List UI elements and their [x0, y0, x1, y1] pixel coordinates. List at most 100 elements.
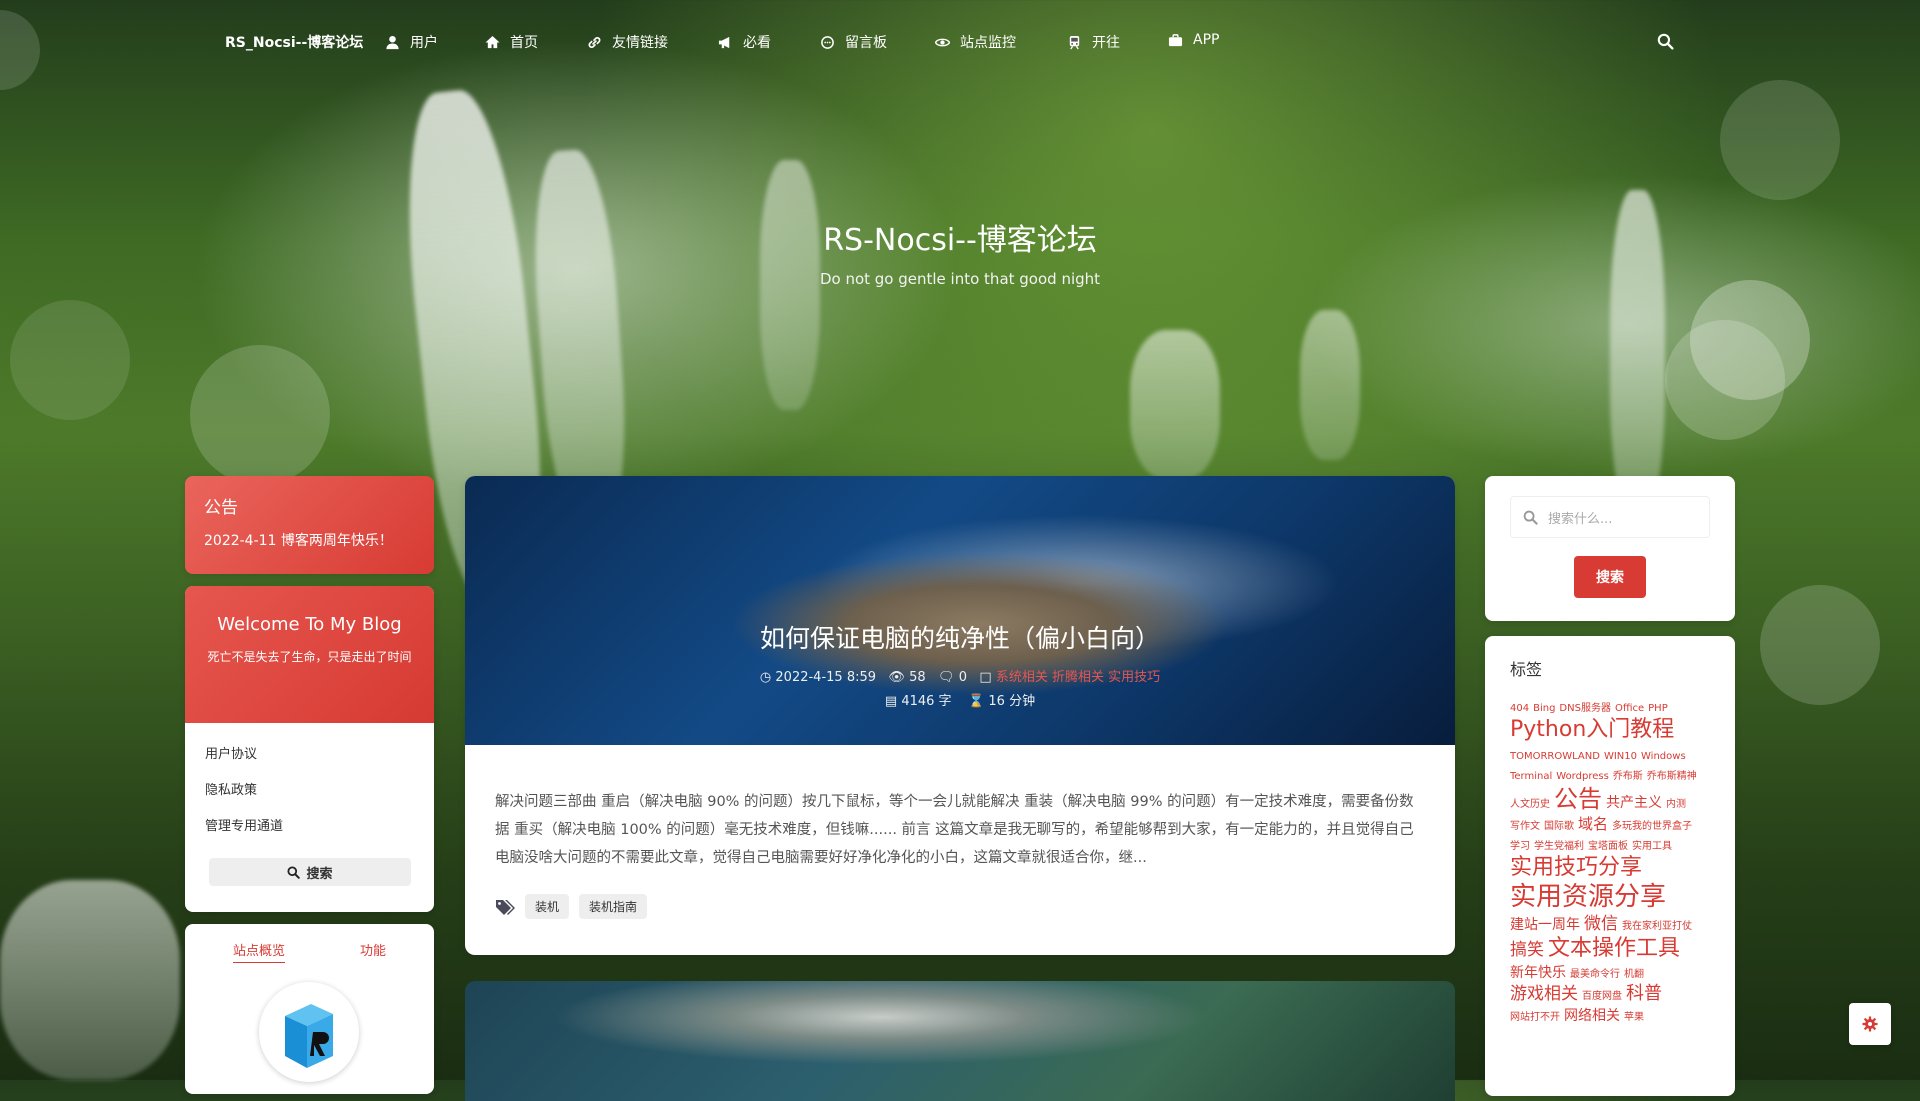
- sidebar-search-button[interactable]: 搜索: [1574, 556, 1646, 598]
- tag-cloud-item[interactable]: 学生党福利: [1534, 841, 1584, 854]
- tag-cloud-item[interactable]: 新年快乐: [1510, 965, 1566, 983]
- post-card: 如何保证电脑的纯净性（偏小白向） ◷ 2022-4-15 8:59 👁 58 🗨…: [465, 476, 1455, 955]
- tags-icon: [496, 899, 515, 915]
- tag-cloud-item[interactable]: 内测: [1666, 799, 1686, 812]
- nav-item-label: 开往: [1092, 35, 1120, 51]
- tag-cloud-item[interactable]: 实用工具: [1632, 841, 1672, 854]
- search-label: 搜索: [306, 866, 333, 882]
- tag-cloud-item[interactable]: 国际歌: [1544, 821, 1574, 834]
- briefcase-icon: [1168, 33, 1183, 46]
- post-words: 4146 字: [901, 694, 952, 709]
- tag-cloud: 404 Bing DNS服务器 Office PHPPython入门教程 TOMORROW…: [1510, 696, 1715, 1026]
- notice-title: 公告: [204, 498, 238, 518]
- tag-cloud-item[interactable]: TOMORROWLAND: [1510, 751, 1600, 764]
- user-agreement-link[interactable]: 用户协议: [205, 743, 257, 762]
- tag-cloud-item[interactable]: Windows: [1641, 751, 1686, 764]
- tags-card: 标签 404 Bing DNS服务器 Office PHPPython入门教程 TOMOR…: [1485, 636, 1735, 1096]
- tag-cloud-item[interactable]: PHP: [1648, 703, 1668, 716]
- nav-search-button[interactable]: [1657, 33, 1674, 54]
- tag-cloud-item[interactable]: 我在家利亚打仗: [1622, 921, 1692, 934]
- tag-cloud-item[interactable]: 最美命令行: [1570, 969, 1620, 982]
- hourglass-icon: ⌛: [968, 694, 985, 709]
- post-meta: ◷ 2022-4-15 8:59 👁 58 🗨 0 □ 系统相关 折腾相关 实用…: [465, 666, 1455, 685]
- nav-item-mustread[interactable]: 必看: [718, 32, 771, 52]
- sidebar-search-card: 搜索什么... 搜索: [1485, 476, 1735, 621]
- tag-cloud-item[interactable]: 域名: [1578, 815, 1608, 834]
- tag-cloud-item[interactable]: 百度网盘: [1582, 991, 1622, 1004]
- tag-cloud-item[interactable]: 学习: [1510, 841, 1530, 854]
- tab-site-overview[interactable]: 站点概览: [233, 940, 286, 963]
- welcome-title: Welcome To My Blog: [217, 614, 402, 635]
- nav-item-label: 必看: [743, 35, 771, 51]
- settings-button[interactable]: [1849, 1003, 1891, 1045]
- tag-cloud-item[interactable]: 乔布斯精神: [1647, 771, 1697, 784]
- nav-item-travel[interactable]: 开往: [1067, 32, 1120, 52]
- tag-cloud-item[interactable]: Office: [1615, 703, 1644, 716]
- sidebar-search-input[interactable]: 搜索什么...: [1510, 496, 1710, 538]
- welcome-header: Welcome To My Blog 死亡不是失去了生命，只是走出了时间: [185, 586, 434, 723]
- link-icon: [588, 36, 601, 48]
- post-title[interactable]: 如何保证电脑的纯净性（偏小白向）: [465, 619, 1455, 655]
- tag-cloud-item[interactable]: 文本操作工具: [1548, 935, 1680, 963]
- tag-cloud-item[interactable]: 微信: [1584, 914, 1618, 935]
- clock-icon: ◷: [759, 670, 772, 685]
- nav-item-label: 留言板: [845, 35, 887, 51]
- tag-cloud-item[interactable]: Bing: [1533, 703, 1555, 716]
- tag-cloud-item[interactable]: 搞笑: [1510, 940, 1544, 961]
- post-comments: 0: [958, 670, 967, 685]
- welcome-card: Welcome To My Blog 死亡不是失去了生命，只是走出了时间 用户协…: [185, 586, 434, 912]
- tag-cloud-item[interactable]: 建站一周年: [1510, 917, 1580, 935]
- tag-cloud-item[interactable]: 游戏相关: [1510, 984, 1578, 1005]
- welcome-search-button[interactable]: 搜索: [209, 858, 411, 886]
- search-icon: [287, 865, 301, 879]
- post-tag[interactable]: 装机指南: [579, 894, 648, 919]
- tag-cloud-item[interactable]: 共产主义: [1606, 795, 1662, 813]
- tab-features[interactable]: 功能: [360, 940, 386, 959]
- nav-item-guestbook[interactable]: 留言板: [820, 32, 887, 52]
- tag-cloud-item[interactable]: 科普: [1626, 983, 1662, 1006]
- tag-cloud-item[interactable]: 乔布斯: [1613, 771, 1643, 784]
- cube-logo-icon: [285, 1004, 333, 1068]
- post-tag[interactable]: 装机: [525, 894, 570, 919]
- tag-cloud-item[interactable]: 写作文: [1510, 821, 1540, 834]
- post-excerpt: 解决问题三部曲 重启（解决电脑 90% 的问题）按几下鼠标，等个一会儿就能解决 …: [495, 794, 1414, 866]
- comment-icon: [821, 35, 834, 49]
- tag-cloud-item[interactable]: 公告: [1554, 784, 1602, 814]
- tag-cloud-item[interactable]: 网站打不开: [1510, 1012, 1560, 1025]
- tag-cloud-item[interactable]: 404: [1510, 703, 1529, 716]
- tag-cloud-item[interactable]: Terminal: [1510, 771, 1552, 784]
- tag-cloud-item[interactable]: 宝塔面板: [1588, 841, 1628, 854]
- tag-cloud-item[interactable]: 机翻: [1624, 969, 1644, 982]
- tag-cloud-item[interactable]: 人文历史: [1510, 799, 1550, 812]
- nav-item-monitor[interactable]: 站点监控: [935, 32, 1016, 52]
- post-categories[interactable]: 系统相关 折腾相关 实用技巧: [996, 670, 1160, 685]
- admin-channel-link[interactable]: 管理专用通道: [205, 815, 283, 834]
- nav-item-links[interactable]: 友情链接: [587, 32, 668, 52]
- nav-item-label: 首页: [510, 35, 538, 51]
- nav-item-label: 用户: [410, 35, 438, 51]
- tags-title: 标签: [1510, 660, 1543, 679]
- post-read-time: 16 分钟: [988, 694, 1036, 709]
- nav-item-label: 站点监控: [960, 35, 1016, 51]
- post-views: 58: [909, 670, 926, 685]
- eye-icon: [935, 38, 950, 46]
- nav-item-home[interactable]: 首页: [485, 32, 538, 52]
- tag-cloud-item[interactable]: 实用资源分享: [1510, 881, 1666, 914]
- tag-cloud-item[interactable]: Python入门教程: [1510, 716, 1674, 744]
- tag-cloud-item[interactable]: 网络相关: [1564, 1008, 1620, 1026]
- tag-cloud-item[interactable]: Wordpress: [1556, 771, 1609, 784]
- next-post-cover-image[interactable]: [465, 981, 1455, 1101]
- tag-cloud-item[interactable]: DNS服务器: [1559, 703, 1611, 716]
- site-brand[interactable]: RS_Nocsi--博客论坛: [225, 32, 363, 52]
- nav-item-app[interactable]: APP: [1168, 32, 1219, 48]
- privacy-policy-link[interactable]: 隐私政策: [205, 779, 257, 798]
- post-tags: 装机 装机指南: [495, 894, 648, 919]
- tag-cloud-item[interactable]: WIN10: [1604, 751, 1637, 764]
- tag-cloud-item[interactable]: 苹果: [1624, 1012, 1644, 1025]
- nav-item-user[interactable]: 用户: [385, 32, 438, 52]
- views-icon: 👁: [888, 670, 905, 685]
- tag-cloud-item[interactable]: 实用技巧分享: [1510, 854, 1642, 882]
- file-icon: ▤: [884, 694, 898, 709]
- tag-cloud-item[interactable]: 多玩我的世界盒子: [1612, 821, 1692, 834]
- nav-item-label: 友情链接: [612, 35, 668, 51]
